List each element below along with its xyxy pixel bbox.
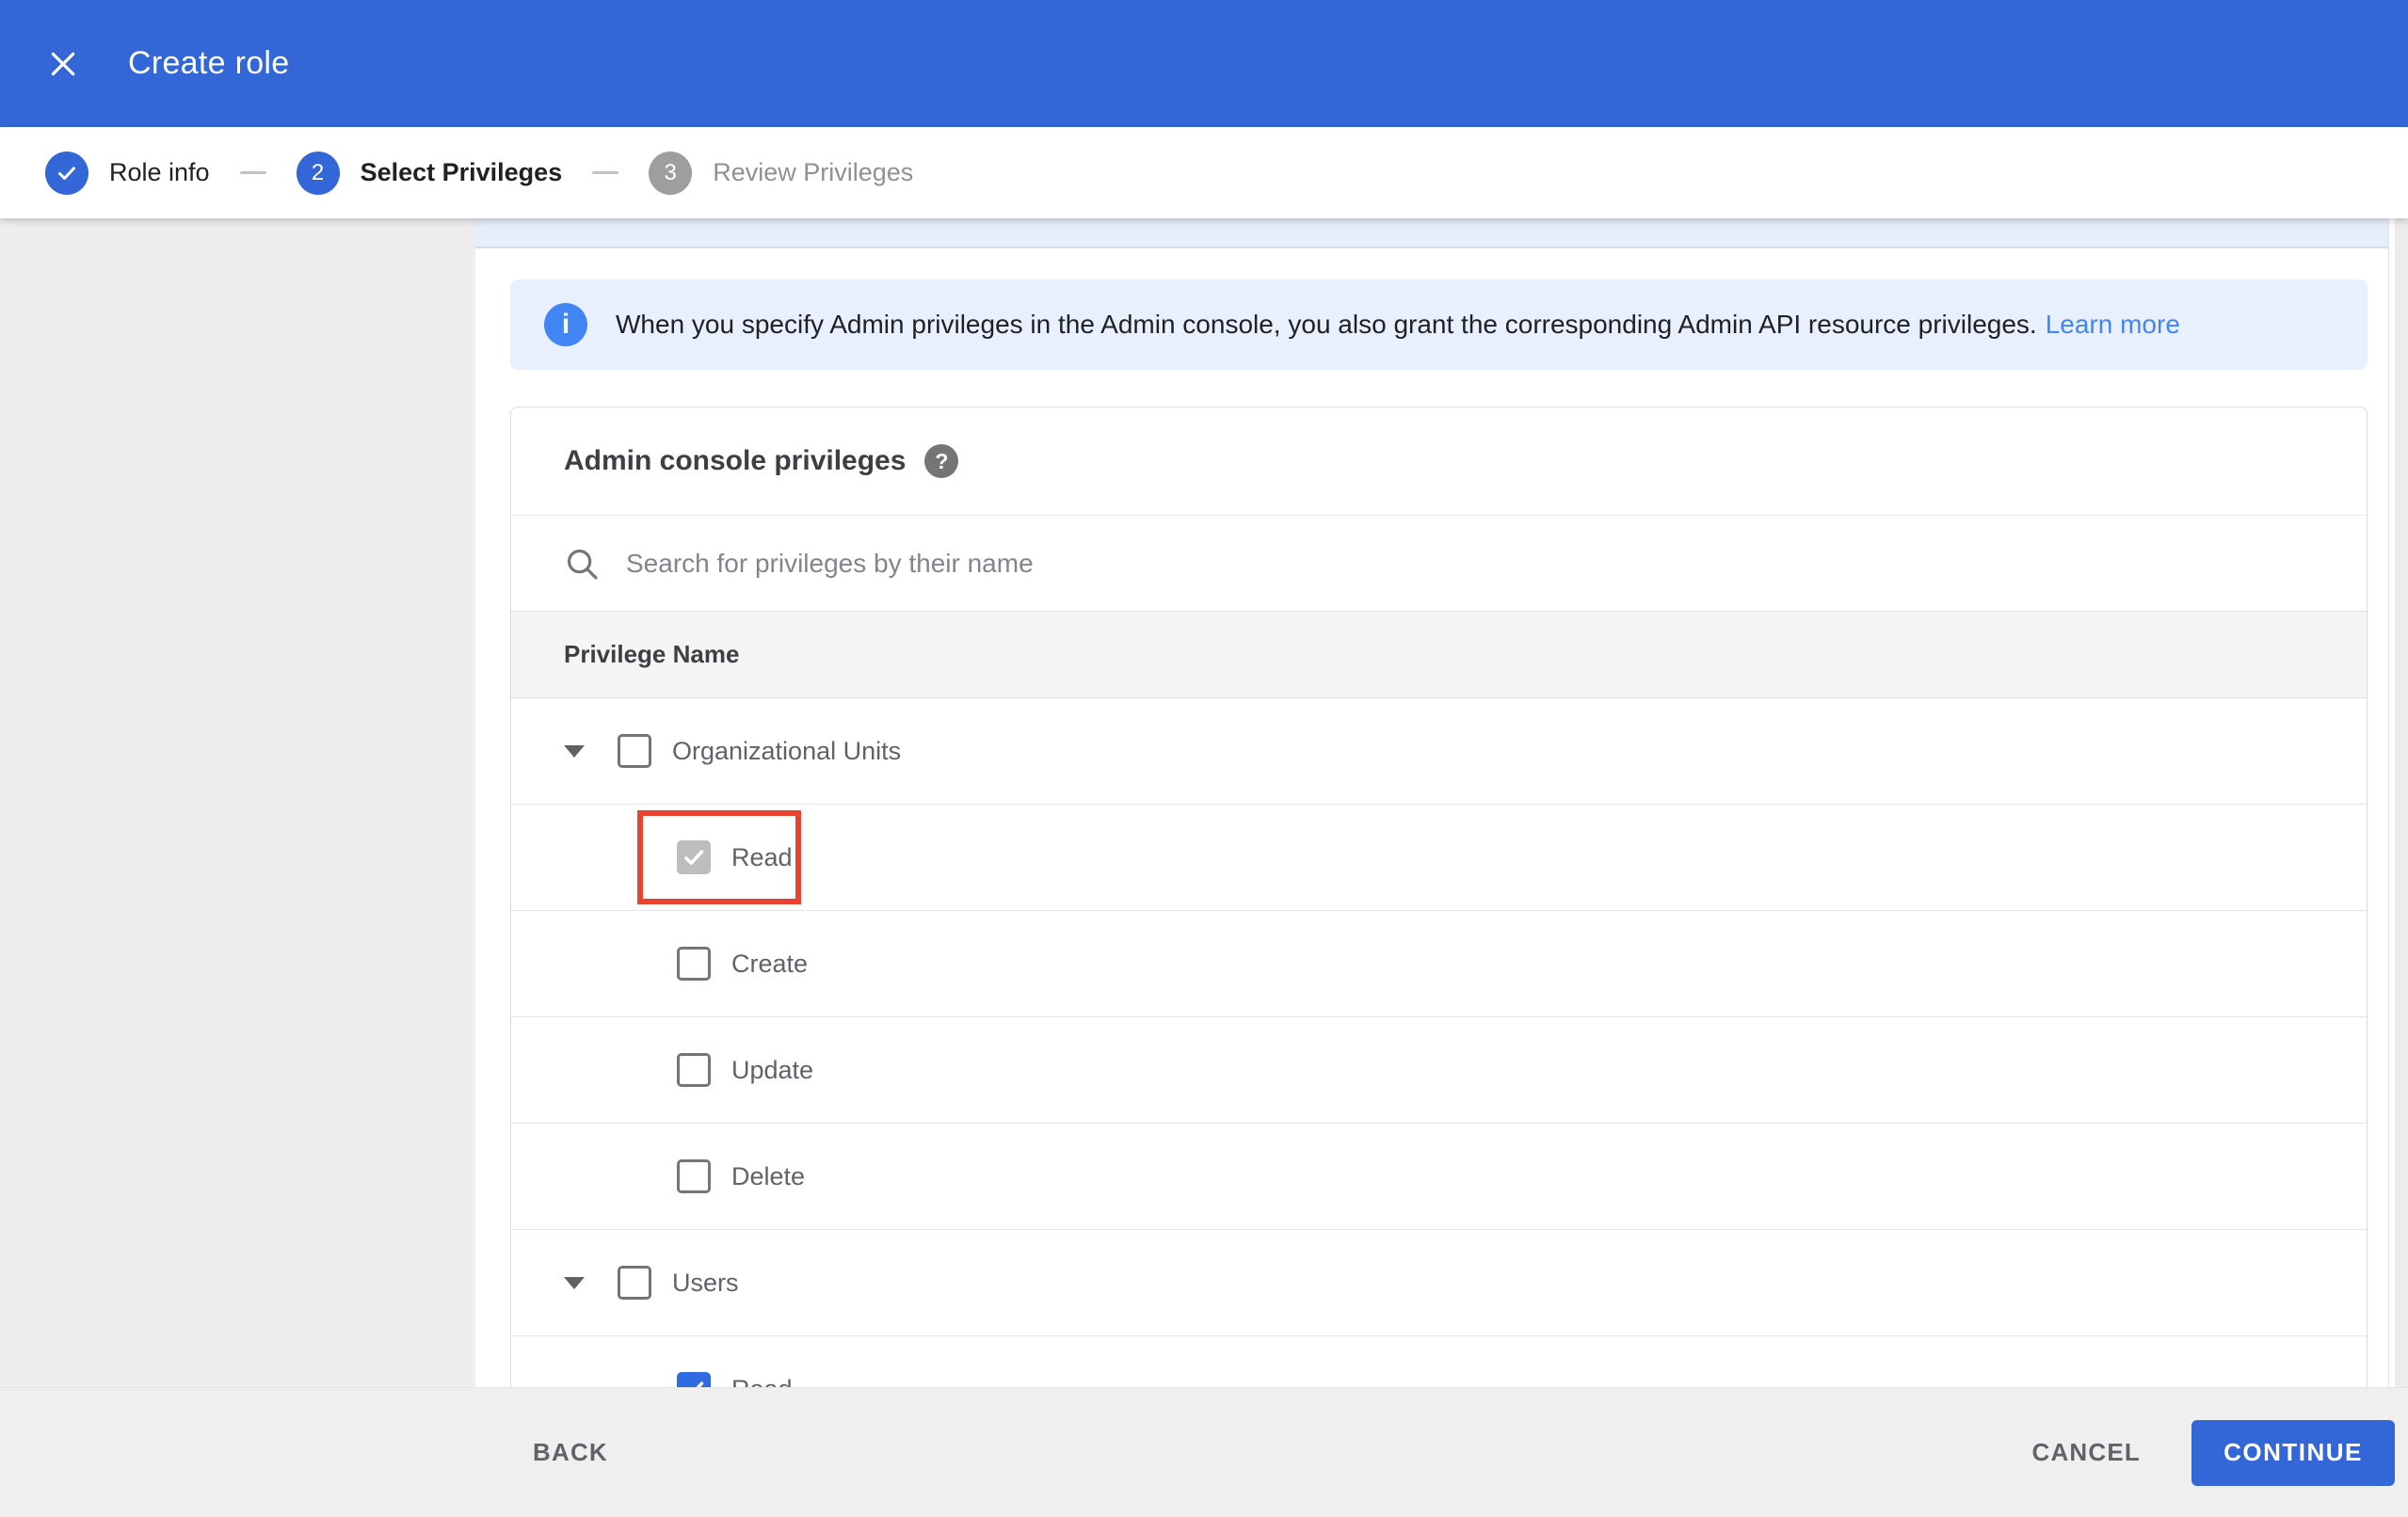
content-area: i When you specify Admin privileges in t… <box>475 218 2388 1387</box>
organizational-units-checkbox[interactable] <box>618 734 651 768</box>
privilege-label: Read <box>731 1375 793 1388</box>
card-title-row: Admin console privileges ? <box>511 407 2367 516</box>
organizational-units-update-checkbox[interactable] <box>677 1053 711 1087</box>
privilege-row-organizational-units: Organizational Units <box>511 698 2367 805</box>
step-role-info[interactable]: Role info <box>45 151 210 195</box>
organizational-units-create-checkbox[interactable] <box>677 947 711 981</box>
dialog-title: Create role <box>128 45 290 81</box>
stepper: Role info 2 Select Privileges 3 Review P… <box>0 127 2408 218</box>
scrollbar-track[interactable] <box>2388 218 2408 1387</box>
step3-circle: 3 <box>649 151 693 195</box>
back-button[interactable]: BACK <box>533 1438 608 1467</box>
checkmark-icon <box>682 1377 706 1387</box>
main-area: i When you specify Admin privileges in t… <box>0 218 2408 1387</box>
privileges-card: Admin console privileges ? Privilege Nam… <box>510 407 2368 1387</box>
left-panel <box>0 218 475 1387</box>
privilege-search-row <box>511 516 2367 611</box>
privilege-row-organizational-units-delete: Delete <box>511 1124 2367 1230</box>
help-icon[interactable]: ? <box>924 444 959 478</box>
footer-bar: BACK CANCEL CONTINUE <box>0 1387 2408 1517</box>
privilege-label: Create <box>731 949 809 978</box>
info-icon: i <box>544 303 587 346</box>
privilege-label: Users <box>672 1268 739 1297</box>
privilege-label: Delete <box>731 1161 806 1190</box>
step-select-privileges[interactable]: 2 Select Privileges <box>296 151 563 195</box>
search-icon <box>564 546 600 582</box>
step-connector <box>592 171 619 174</box>
step1-complete-circle <box>45 151 88 195</box>
search-input[interactable] <box>624 547 2367 580</box>
privilege-label: Read <box>731 842 793 871</box>
privilege-label: Update <box>731 1055 814 1084</box>
checkmark-icon <box>682 845 706 870</box>
privilege-rows: Organizational Units Read Create Update Dele… <box>511 698 2367 1387</box>
organizational-units-delete-checkbox[interactable] <box>677 1159 711 1193</box>
step-connector <box>239 171 266 174</box>
privilege-label: Organizational Units <box>672 736 902 765</box>
continue-button[interactable]: CONTINUE <box>2191 1419 2395 1486</box>
scrolled-content-strip <box>475 218 2388 248</box>
organizational-units-read-checkbox[interactable] <box>677 840 711 874</box>
privilege-row-organizational-units-update: Update <box>511 1017 2367 1124</box>
close-button[interactable] <box>41 42 85 86</box>
info-banner-text: When you specify Admin privileges in the… <box>616 310 2180 339</box>
step1-label: Role info <box>109 158 210 186</box>
close-icon <box>47 48 79 80</box>
step-review-privileges[interactable]: 3 Review Privileges <box>649 151 914 195</box>
users-read-checkbox[interactable] <box>677 1372 711 1387</box>
expander-triangle-icon[interactable] <box>564 1276 585 1289</box>
step3-label: Review Privileges <box>713 158 914 186</box>
expander-triangle-icon[interactable] <box>564 744 585 758</box>
table-header: Privilege Name <box>511 611 2367 698</box>
create-role-dialog: Create role Role info 2 Select Privilege… <box>0 0 2408 1517</box>
privilege-row-organizational-units-read: Read <box>511 805 2367 911</box>
step2-circle: 2 <box>296 151 340 195</box>
privilege-row-users-read: Read <box>511 1336 2367 1387</box>
privilege-row-users: Users <box>511 1230 2367 1336</box>
step2-label: Select Privileges <box>360 158 563 186</box>
card-title: Admin console privileges <box>564 445 907 476</box>
check-icon <box>56 162 78 184</box>
cancel-button[interactable]: CANCEL <box>2031 1438 2141 1467</box>
learn-more-link[interactable]: Learn more <box>2046 310 2180 339</box>
app-bar: Create role <box>0 0 2408 127</box>
column-header-privilege-name: Privilege Name <box>564 640 740 668</box>
privilege-row-organizational-units-create: Create <box>511 911 2367 1017</box>
info-banner: i When you specify Admin privileges in t… <box>510 279 2368 370</box>
users-checkbox[interactable] <box>618 1266 651 1300</box>
